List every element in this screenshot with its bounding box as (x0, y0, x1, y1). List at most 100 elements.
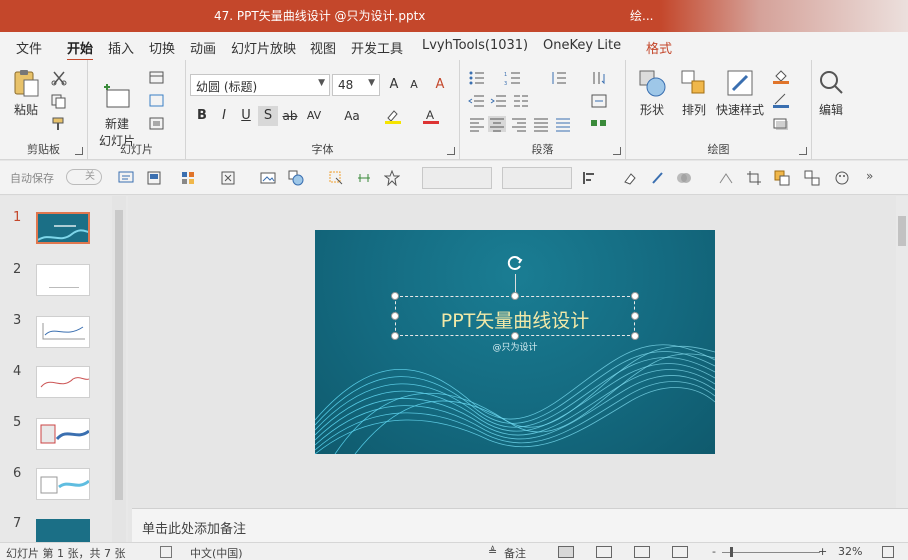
palette-icon[interactable] (834, 170, 850, 186)
slide-thumbnail-3[interactable] (36, 316, 90, 348)
image-icon[interactable] (260, 170, 276, 186)
shapes-button[interactable]: 形状 (632, 68, 672, 118)
drawing-launcher[interactable] (799, 147, 807, 155)
select-icon[interactable] (328, 170, 344, 186)
shape-height-field[interactable] (422, 167, 492, 189)
resize-handle[interactable] (511, 292, 519, 300)
zoom-level[interactable]: 32% (838, 545, 862, 558)
ungroup-icon[interactable] (804, 170, 820, 186)
zoom-slider-thumb[interactable] (730, 547, 733, 557)
zoom-out-button[interactable]: - (712, 545, 716, 558)
eraser-icon[interactable] (622, 170, 638, 186)
notes-button[interactable]: 备注 (504, 545, 526, 560)
slide-thumbnail-6[interactable] (36, 468, 90, 500)
color-grid-icon[interactable] (180, 170, 196, 186)
shadow-button[interactable]: S (258, 106, 278, 126)
slide-thumbnail-4[interactable] (36, 366, 90, 398)
clear-format-button[interactable]: A (430, 75, 450, 95)
normal-view-icon[interactable] (558, 546, 574, 558)
reading-view-icon[interactable] (634, 546, 650, 558)
italic-button[interactable]: I (214, 106, 234, 126)
underline-button[interactable]: U (236, 106, 256, 126)
tab-format[interactable]: 格式 (646, 38, 672, 57)
slide-thumbnail-5[interactable] (36, 418, 90, 450)
shape-width-field[interactable] (502, 167, 572, 189)
zoom-in-button[interactable]: + (818, 545, 827, 558)
smartart-icon[interactable] (590, 116, 608, 132)
more-icon[interactable]: » (866, 169, 873, 183)
slide-thumbnail-2[interactable] (36, 264, 90, 296)
increase-indent-icon[interactable] (490, 93, 508, 109)
shape-effects-icon[interactable] (772, 116, 790, 132)
notes-pane[interactable]: 单击此处添加备注 (132, 508, 908, 542)
resize-handle[interactable] (391, 332, 399, 340)
align-icon[interactable] (356, 170, 372, 186)
quick-styles-button[interactable]: 快速样式 (714, 68, 766, 118)
highlight-icon[interactable] (384, 108, 402, 124)
align-text-icon[interactable] (590, 93, 608, 109)
present-icon[interactable] (118, 170, 134, 186)
shape-outline-icon[interactable] (772, 92, 790, 108)
tab-insert[interactable]: 插入 (108, 38, 134, 57)
resize-handle[interactable] (511, 332, 519, 340)
paragraph-launcher[interactable] (613, 147, 621, 155)
numbering-icon[interactable]: 13 (504, 70, 522, 86)
crop-icon[interactable] (746, 170, 762, 186)
layout-icon[interactable] (146, 170, 162, 186)
justify-icon[interactable] (532, 116, 550, 132)
format-painter-icon[interactable] (50, 116, 68, 132)
tab-developer[interactable]: 开发工具 (351, 38, 403, 57)
autosave-toggle[interactable]: 关 (66, 169, 102, 185)
resize-handle[interactable] (391, 292, 399, 300)
align-objects-icon[interactable] (582, 170, 598, 186)
slide-sorter-icon[interactable] (596, 546, 612, 558)
slide-thumbnail-1[interactable] (36, 212, 90, 244)
paste-button[interactable]: 粘贴 (8, 68, 44, 118)
editor-scrollbar[interactable] (896, 196, 908, 508)
bold-button[interactable]: B (192, 106, 212, 126)
rotate-handle-icon[interactable] (504, 252, 526, 274)
shapes-icon[interactable] (288, 170, 304, 186)
char-spacing-button[interactable]: AV (304, 106, 324, 126)
fit-to-window-icon[interactable] (882, 546, 894, 558)
font-size-select[interactable]: 48 ▼ (332, 74, 380, 96)
scrollbar-thumb[interactable] (898, 216, 906, 246)
slide-editor[interactable]: PPT矢量曲线设计 @只为设计 (132, 196, 896, 508)
slide-subtitle[interactable]: @只为设计 (395, 340, 635, 353)
align-right-icon[interactable] (510, 116, 528, 132)
tab-lvyhtools[interactable]: LvyhTools(1031) (422, 38, 528, 53)
change-case-button[interactable]: Aa (338, 106, 366, 126)
textbox-icon[interactable] (220, 170, 236, 186)
group-icon[interactable] (774, 170, 790, 186)
thumbnail-scrollbar[interactable] (112, 196, 126, 542)
align-center-icon[interactable] (488, 116, 506, 132)
copy-icon[interactable] (50, 93, 68, 109)
tab-view[interactable]: 视图 (310, 38, 336, 57)
cut-icon[interactable] (50, 70, 68, 86)
shape-fill-icon[interactable] (772, 68, 790, 84)
font-launcher[interactable] (447, 147, 455, 155)
text-direction-icon[interactable] (590, 70, 608, 86)
columns-icon[interactable] (512, 93, 530, 109)
distribute-icon[interactable] (554, 116, 572, 132)
shrink-font-button[interactable]: A (404, 75, 424, 95)
merge-icon[interactable] (676, 170, 692, 186)
align-left-icon[interactable] (468, 116, 486, 132)
language-label[interactable]: 中文(中国) (190, 545, 243, 560)
slide-title[interactable]: PPT矢量曲线设计 (395, 306, 635, 333)
clipboard-launcher[interactable] (75, 147, 83, 155)
bullets-icon[interactable] (468, 70, 486, 86)
strikethrough-button[interactable]: ab (280, 106, 300, 126)
slideshow-icon[interactable] (672, 546, 688, 558)
scrollbar-thumb[interactable] (115, 210, 123, 500)
zoom-slider[interactable] (722, 552, 820, 553)
arrange-button[interactable]: 排列 (674, 68, 714, 118)
reset-icon[interactable] (148, 93, 166, 109)
tab-animations[interactable]: 动画 (190, 38, 216, 57)
tab-onekey[interactable]: OneKey Lite (543, 38, 621, 53)
edit-points-icon[interactable] (718, 170, 734, 186)
resize-handle[interactable] (631, 332, 639, 340)
spellcheck-icon[interactable] (160, 546, 172, 558)
slide-canvas[interactable]: PPT矢量曲线设计 @只为设计 (315, 230, 715, 454)
star-icon[interactable] (384, 170, 400, 186)
